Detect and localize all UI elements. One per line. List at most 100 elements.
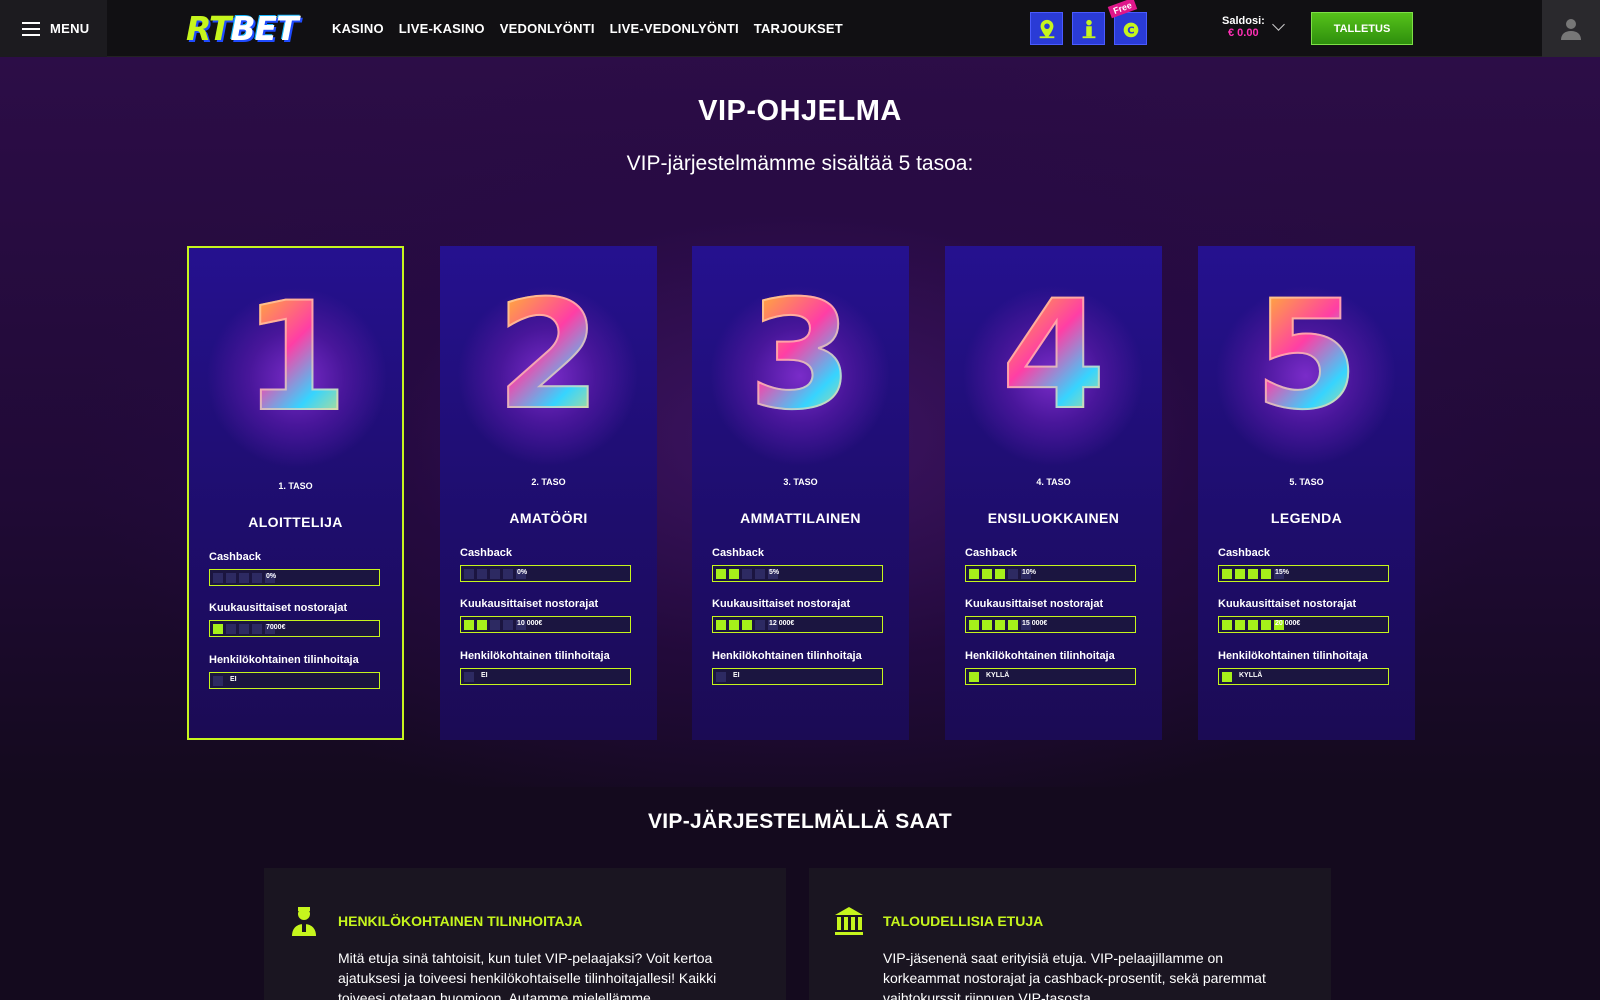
progress-segment [490,619,500,630]
balance-amount: € 0.00 [1228,27,1259,39]
progress-segment [1008,568,1018,579]
vip-tier-card-2[interactable]: 2 2. TASO AMATÖÖRI Cashback 0% Kuukausittaise… [440,246,657,740]
nav-vedonlyonti[interactable]: VEDONLYÖNTI [500,21,595,36]
tier-stat-manager: Henkilökohtainen tilinhoitaja KYLLÄ [1218,650,1395,685]
tier-level-label: 4. TASO [1036,477,1071,487]
benefits-title: VIP-JÄRJESTELMÄLLÄ SAAT [647,810,953,833]
progress-value: 7000€ [266,624,286,631]
balance-label: Saldosi: [1222,15,1265,27]
hamburger-icon [22,21,40,36]
progress-segment [239,623,249,634]
vip-tier-card-4[interactable]: 4 4. TASO ENSILUOKKAINEN Cashback 10% Kuukaus… [945,246,1162,740]
progress-segment [755,619,765,630]
progress-bar: KYLLÄ [965,668,1136,685]
nav-live-vedonlyonti[interactable]: LIVE-VEDONLYÖNTI [610,21,739,36]
user-account-button[interactable] [1542,0,1600,57]
progress-segment [226,623,236,634]
benefit-heading: HENKILÖKOHTAINEN TILINHOITAJA [338,913,583,929]
stat-label: Kuukausittaiset nostorajat [209,602,348,614]
progress-segment [477,619,487,630]
tier-stat-cashback: Cashback 0% [209,551,386,586]
stat-label: Cashback [965,547,1017,559]
progress-segment [1235,619,1245,630]
progress-bar: 20 000€ [1218,616,1389,633]
progress-segment [995,619,1005,630]
progress-segment [252,623,262,634]
progress-bar: KYLLÄ [1218,668,1389,685]
progress-value: 20 000€ [1275,620,1301,627]
tier-name: ENSILUOKKAINEN [987,510,1120,526]
main-nav: KASINO LIVE-KASINO VEDONLYÖNTI LIVE-VEDO… [332,0,843,57]
progress-bar: EI [209,672,380,689]
tier-stat-withdrawal: Kuukausittaiset nostorajat 15 000€ [965,598,1142,633]
nav-live-kasino[interactable]: LIVE-KASINO [399,21,485,36]
progress-segment [716,619,726,630]
menu-button[interactable]: MENU [0,0,107,57]
progress-segment [477,568,487,579]
progress-segment [1222,568,1232,579]
benefit-heading: TALOUDELLISIA ETUJA [883,913,1044,929]
progress-segment [252,572,262,583]
progress-segment [1248,619,1258,630]
vip-tier-card-3[interactable]: 3 3. TASO AMMATTILAINEN Cashback 5% Kuukausit… [692,246,909,740]
progress-bar: 7000€ [209,620,380,637]
tier-stat-manager: Henkilökohtainen tilinhoitaja EI [209,654,386,689]
tier-stat-cashback: Cashback 0% [460,547,637,582]
progress-segment [716,671,726,682]
free-coin-icon[interactable]: Free C [1107,0,1147,45]
progress-segment [239,572,249,583]
tier-level-label: 3. TASO [783,477,818,487]
benefit-text: VIP-jäsenenä saat erityisiä etuja. VIP-p… [883,950,1266,1000]
location-pin-icon[interactable] [1030,12,1063,45]
progress-segment [1008,619,1018,630]
tier-level-label: 2. TASO [531,477,566,487]
progress-segment [1261,619,1271,630]
account-manager-icon [292,907,316,936]
progress-segment [1261,568,1271,579]
progress-segment [490,568,500,579]
vip-tier-card-5[interactable]: 5 5. TASO LEGENDA Cashback 15% Kuukausittaise… [1198,246,1415,740]
bank-icon [835,907,863,935]
progress-bar: 10 000€ [460,616,631,633]
tier-name: LEGENDA [1270,510,1343,526]
progress-segment [982,568,992,579]
stat-label: Kuukausittaiset nostorajat [712,598,851,610]
progress-segment [464,619,474,630]
progress-segment [982,619,992,630]
deposit-button[interactable]: TALLETUS [1311,12,1413,45]
nav-tarjoukset[interactable]: TARJOUKSET [754,21,843,36]
tier-stat-manager: Henkilökohtainen tilinhoitaja KYLLÄ [965,650,1142,685]
stat-label: Cashback [460,547,512,559]
stat-label: Henkilökohtainen tilinhoitaja [712,650,862,662]
rtbet-logo[interactable]: RT BET [186,9,299,48]
progress-segment [1248,568,1258,579]
info-person-icon[interactable] [1072,12,1105,45]
progress-segment [1235,568,1245,579]
progress-value: 5% [769,569,780,576]
tier-numeral: 2 [440,280,657,432]
tier-level-label: 1. TASO [278,481,313,491]
progress-bar: 15 000€ [965,616,1136,633]
balance-display[interactable]: Saldosi: € 0.00 [1222,15,1265,39]
header-tools: Free C [1030,0,1147,45]
progress-value: 15% [1275,569,1290,576]
stat-label: Kuukausittaiset nostorajat [1218,598,1357,610]
menu-label: MENU [50,21,90,36]
stat-label: Cashback [209,551,261,563]
tier-name: AMATÖÖRI [509,510,588,526]
vip-tier-card-1[interactable]: 1 1. TASO ALOITTELIJA Cashback 0% Kuukausitta… [187,246,404,740]
progress-segment [213,572,223,583]
progress-segment [742,568,752,579]
chevron-down-icon[interactable] [1272,18,1285,31]
progress-segment [464,671,474,682]
page-title: VIP-OHJELMA [698,95,902,127]
nav-kasino[interactable]: KASINO [332,21,384,36]
svg-text:C: C [1127,25,1134,36]
tier-stat-cashback: Cashback 10% [965,547,1142,582]
progress-segment [729,619,739,630]
progress-bar: 10% [965,565,1136,582]
progress-value: EI [230,676,237,683]
tier-stat-cashback: Cashback 5% [712,547,889,582]
progress-segment [503,568,513,579]
progress-segment [226,572,236,583]
